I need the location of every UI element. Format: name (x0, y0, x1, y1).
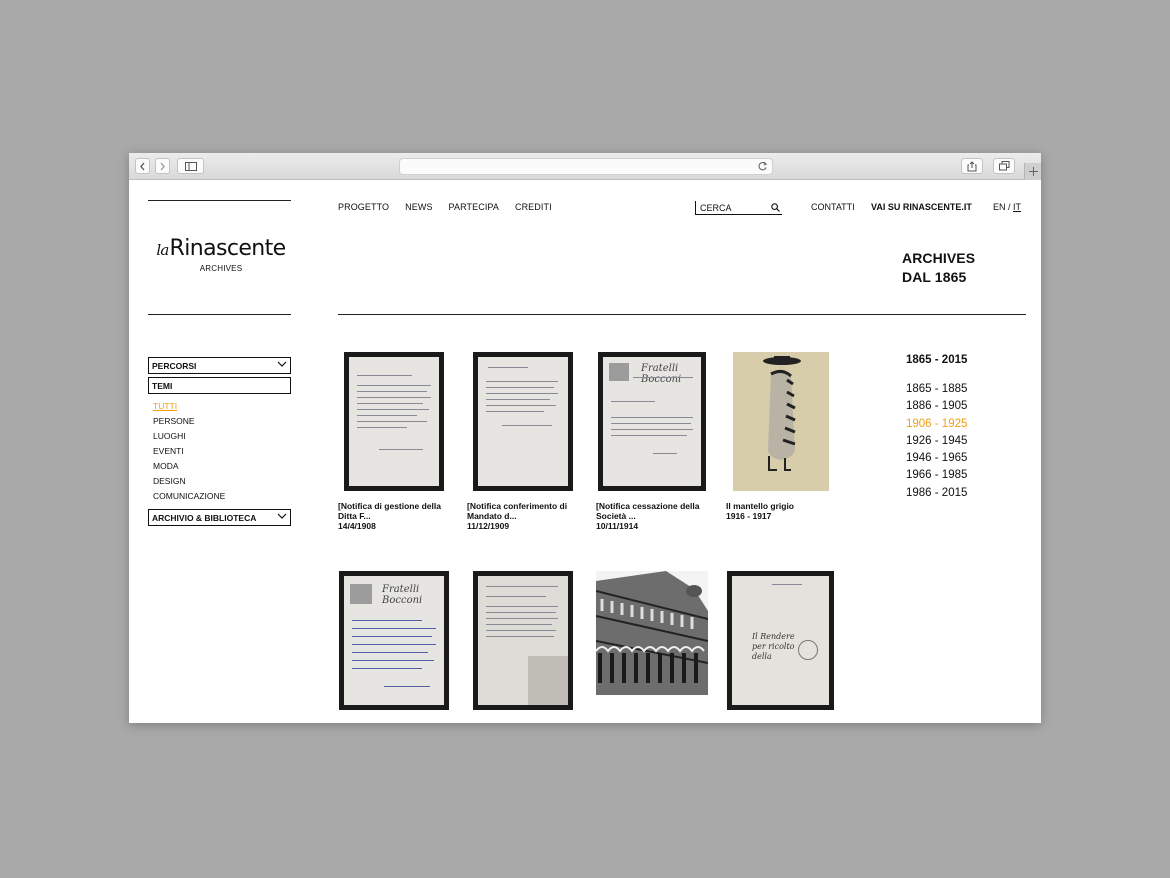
timeline-range: 1865 - 2015 (906, 354, 968, 366)
lang-en[interactable]: EN (993, 202, 1006, 212)
timeline-period[interactable]: 1946 - 1965 (906, 450, 967, 467)
nav-news[interactable]: NEWS (405, 202, 432, 212)
language-switcher: EN / IT (993, 202, 1021, 212)
archive-thumbnail[interactable] (473, 571, 573, 710)
temi-item-persone[interactable]: PERSONE (153, 414, 225, 429)
temi-list: TUTTI PERSONE LUOGHI EVENTI MODA DESIGN … (153, 399, 225, 504)
fashion-illustration (763, 356, 801, 471)
divider (338, 314, 1026, 315)
temi-label: TEMI (152, 381, 173, 391)
timeline-period[interactable]: 1865 - 1885 (906, 381, 967, 398)
logo-subtitle: ARCHIVES (199, 264, 243, 273)
share-icon (967, 160, 977, 171)
timeline-period[interactable]: 1986 - 2015 (906, 485, 967, 502)
tabs-overview-button[interactable] (993, 158, 1015, 174)
timeline-period-active[interactable]: 1906 - 1925 (906, 416, 967, 433)
archive-title: [Notifica conferimento di Mandato d... (467, 501, 568, 521)
logo-prefix: la (156, 241, 169, 259)
archive-thumbnail[interactable] (473, 352, 573, 491)
archive-thumbnail[interactable] (596, 571, 708, 695)
archive-date: 10/11/1914 (596, 521, 639, 531)
nav-partecipa[interactable]: PARTECIPA (449, 202, 499, 212)
nav-crediti[interactable]: CREDITI (515, 202, 552, 212)
timeline: 1865 - 2015 1865 - 1885 1886 - 1905 1906… (906, 354, 967, 502)
new-tab-button[interactable] (1024, 163, 1041, 180)
page-content: laRinascente ARCHIVES PROGETTO NEWS PART… (129, 181, 1041, 723)
forward-button[interactable] (155, 158, 170, 174)
percorsi-label: PERCORSI (152, 361, 197, 371)
page-title-line2: DAL 1865 (902, 269, 967, 285)
archive-title: Il mantello grigio (726, 501, 795, 511)
temi-dropdown[interactable]: TEMI (148, 377, 291, 394)
lang-it[interactable]: IT (1013, 202, 1021, 212)
archive-title: [Notifica cessazione della Società ... (596, 501, 700, 521)
divider (148, 314, 291, 315)
temi-item-moda[interactable]: MODA (153, 459, 225, 474)
archive-caption: Il mantello grigio 1916 - 1917 (726, 501, 838, 521)
percorsi-dropdown[interactable]: PERCORSI (148, 357, 291, 374)
archive-date: 14/4/1908 (338, 521, 376, 531)
temi-item-tutti[interactable]: TUTTI (153, 399, 225, 414)
divider (148, 200, 291, 201)
archive-caption: [Notifica conferimento di Mandato d... 1… (467, 501, 579, 531)
vai-su-rinascente-link[interactable]: VAI SU RINASCENTE.IT (871, 202, 972, 212)
page-title: ARCHIVES DAL 1865 (902, 249, 975, 287)
chevron-left-icon (140, 162, 145, 170)
search-input[interactable] (700, 203, 766, 213)
timeline-period[interactable]: 1886 - 1905 (906, 398, 967, 415)
address-bar[interactable] (399, 158, 773, 175)
temi-item-comunicazione[interactable]: COMUNICAZIONE (153, 489, 225, 504)
archive-thumbnail[interactable] (733, 352, 829, 491)
share-button[interactable] (961, 158, 983, 174)
main-nav: PROGETTO NEWS PARTECIPA CREDITI (338, 202, 552, 212)
browser-toolbar (129, 153, 1041, 180)
page-title-line1: ARCHIVES (902, 250, 976, 266)
archivio-label: ARCHIVIO & BIBLIOTECA (152, 513, 257, 523)
archive-title: [Notifica di gestione della Ditta F... (338, 501, 441, 521)
temi-item-design[interactable]: DESIGN (153, 474, 225, 489)
lang-separator: / (1005, 202, 1014, 212)
search-box (695, 201, 782, 215)
archive-caption: [Notifica di gestione della Ditta F... 1… (338, 501, 450, 531)
browser-window: laRinascente ARCHIVES PROGETTO NEWS PART… (129, 153, 1041, 723)
archive-thumbnail[interactable]: Fratelli Bocconi (339, 571, 449, 710)
archivio-biblioteca-dropdown[interactable]: ARCHIVIO & BIBLIOTECA (148, 509, 291, 526)
sidebar-toggle-button[interactable] (177, 158, 204, 174)
archive-thumbnail[interactable]: Fratelli Bocconi (598, 352, 706, 491)
chevron-down-icon (277, 361, 287, 367)
chevron-down-icon (277, 513, 287, 519)
archive-caption: [Notifica cessazione della Società ... 1… (596, 501, 708, 531)
back-button[interactable] (135, 158, 150, 174)
chevron-right-icon (160, 162, 165, 170)
temi-item-eventi[interactable]: EVENTI (153, 444, 225, 459)
contatti-link[interactable]: CONTATTI (811, 202, 855, 212)
tabs-icon (998, 161, 1009, 171)
archive-date: 1916 - 1917 (726, 511, 772, 521)
logo-name: Rinascente (169, 236, 287, 261)
plus-icon (1028, 167, 1038, 176)
timeline-period[interactable]: 1926 - 1945 (906, 433, 967, 450)
archive-thumbnail[interactable] (344, 352, 444, 491)
archive-thumbnail[interactable]: Il Rendere per ricolto della (727, 571, 834, 710)
sidebar-icon (184, 161, 197, 171)
timeline-period[interactable]: 1966 - 1985 (906, 467, 967, 484)
logo-wordmark: laRinascente (153, 237, 289, 262)
nav-progetto[interactable]: PROGETTO (338, 202, 389, 212)
temi-item-luoghi[interactable]: LUOGHI (153, 429, 225, 444)
reload-icon[interactable] (757, 161, 768, 172)
building-photo (596, 571, 708, 695)
search-icon[interactable] (771, 203, 780, 212)
site-logo[interactable]: laRinascente ARCHIVES (153, 237, 289, 274)
archive-date: 11/12/1909 (467, 521, 510, 531)
